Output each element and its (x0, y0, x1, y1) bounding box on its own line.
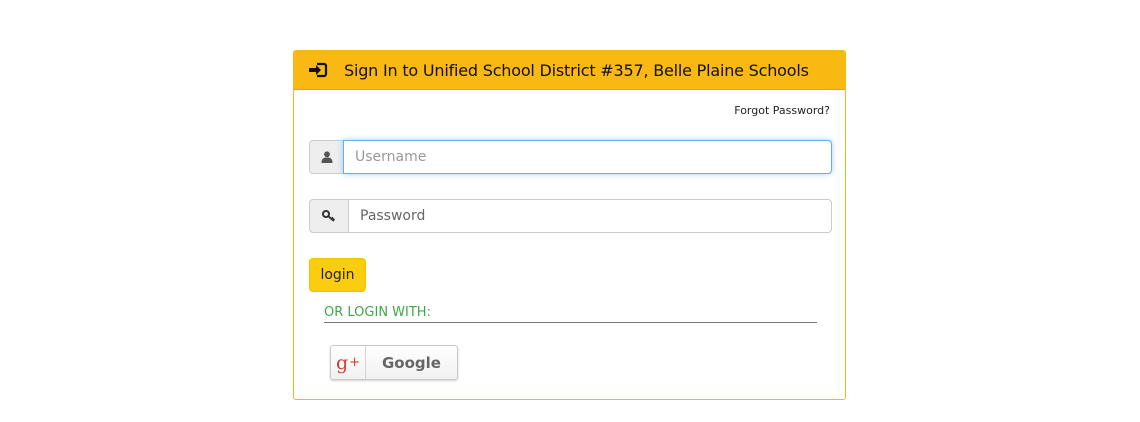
or-login-with-heading: OR LOGIN WITH: (324, 305, 817, 323)
google-button-label: Google (382, 353, 441, 372)
login-panel: Sign In to Unified School District #357,… (293, 50, 846, 400)
key-icon (309, 199, 348, 233)
password-group (309, 199, 832, 233)
username-group (309, 140, 832, 174)
password-input[interactable] (348, 199, 832, 233)
username-input[interactable] (343, 140, 832, 174)
forgot-password-link[interactable]: Forgot Password? (734, 104, 830, 117)
user-icon (309, 140, 343, 174)
panel-heading: Sign In to Unified School District #357,… (294, 51, 845, 90)
panel-title: Sign In to Unified School District #357,… (344, 60, 809, 80)
google-login-button[interactable]: g + Google (330, 345, 458, 380)
sign-in-icon (308, 61, 328, 79)
google-plus-icon: g + (331, 346, 366, 379)
login-button[interactable]: login (309, 258, 366, 292)
